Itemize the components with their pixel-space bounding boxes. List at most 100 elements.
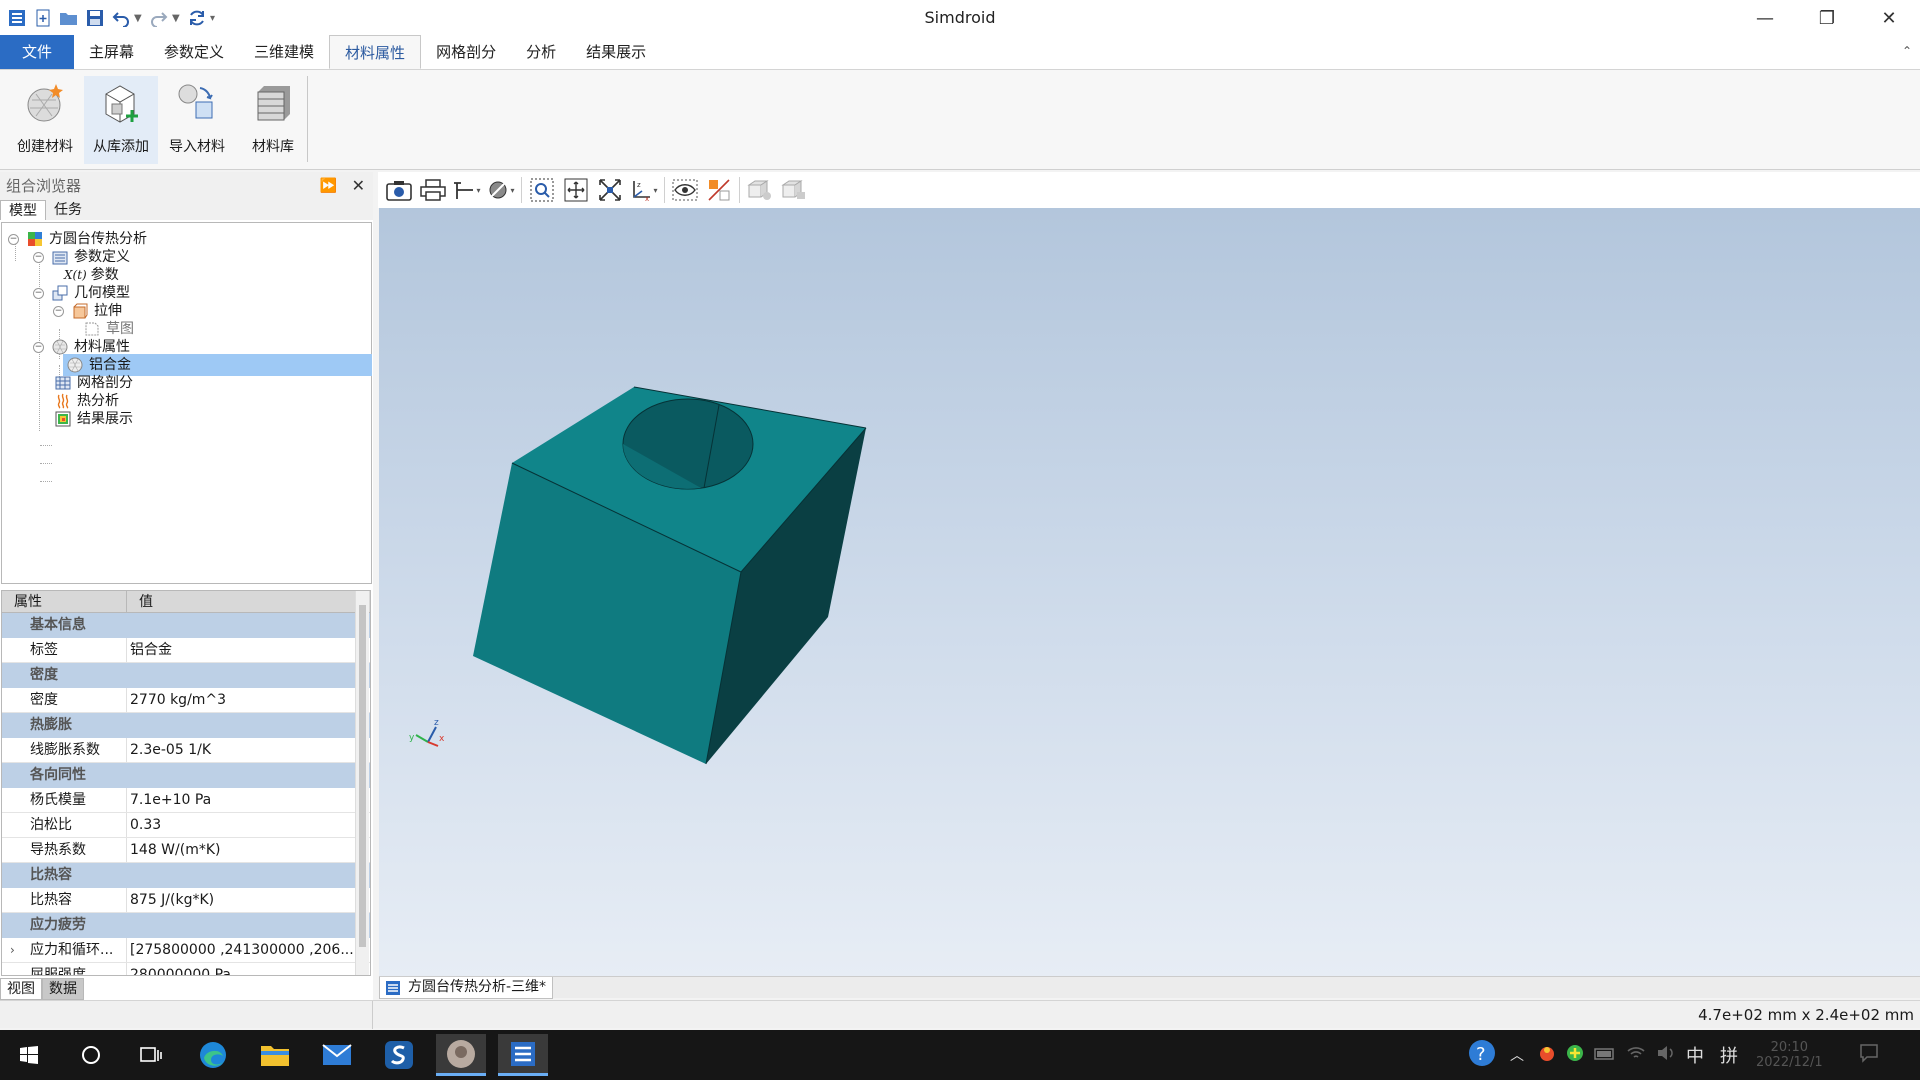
display-mode-icon[interactable]: ▾ (484, 175, 518, 205)
tab-view[interactable]: 视图 (0, 978, 42, 1000)
file-explorer-icon[interactable] (250, 1034, 300, 1076)
minimize-button[interactable]: — (1734, 0, 1796, 36)
prop-group[interactable]: 密度 (2, 663, 370, 688)
project-icon (28, 232, 42, 246)
axis-triad: y z x (409, 718, 445, 747)
coordinate-system-icon[interactable]: z x ▾ (627, 175, 661, 205)
section-view-icon[interactable] (702, 175, 736, 205)
screenshot-icon[interactable] (382, 175, 416, 205)
undo-dropdown-icon[interactable]: ▼ (134, 13, 146, 24)
undo-icon[interactable] (110, 7, 132, 29)
tab-meshing[interactable]: 网格剖分 (421, 35, 511, 69)
view-tool-1-icon[interactable] (743, 175, 777, 205)
prop-row[interactable]: 比热容 875 J/(kg*K) (2, 888, 370, 913)
tab-file[interactable]: 文件 (0, 35, 74, 69)
expand-panel-icon[interactable]: ⏩ (320, 172, 337, 200)
tab-analysis[interactable]: 分析 (511, 35, 571, 69)
redo-icon[interactable] (148, 7, 170, 29)
quick-access-toolbar: ▼ ▼ ▾ (0, 0, 222, 36)
prop-row[interactable]: 线膨胀系数 2.3e-05 1/K (2, 738, 370, 763)
3d-model[interactable]: y z x (379, 208, 1920, 976)
notification-icon[interactable] (1859, 1043, 1879, 1068)
prop-row[interactable]: 密度 2770 kg/m^3 (2, 688, 370, 713)
customize-toolbar-icon[interactable]: ▾ (210, 13, 222, 24)
simdroid-app-icon[interactable] (374, 1034, 424, 1076)
tab-home[interactable]: 主屏幕 (74, 35, 149, 69)
close-button[interactable]: ✕ (1858, 0, 1920, 36)
tree-item-results[interactable]: 结果展示 (55, 408, 133, 430)
search-icon[interactable] (66, 1034, 116, 1076)
tab-model[interactable]: 模型 (0, 200, 46, 220)
axis-z-label: z (434, 718, 439, 728)
input-method-zh[interactable]: 中 (1686, 1042, 1704, 1068)
mail-icon[interactable] (312, 1034, 362, 1076)
expand-row-icon[interactable]: › (10, 938, 15, 962)
windows-start-icon[interactable] (4, 1034, 54, 1076)
prop-row[interactable]: 杨氏模量 7.1e+10 Pa (2, 788, 370, 813)
tab-task[interactable]: 任务 (46, 200, 90, 220)
tab-results[interactable]: 结果展示 (571, 35, 661, 69)
tray-app-icon[interactable] (1538, 1044, 1556, 1067)
add-from-library-button[interactable]: 从库添加 (84, 76, 158, 164)
tab-data[interactable]: 数据 (42, 978, 84, 1000)
close-panel-icon[interactable]: ✕ (352, 172, 365, 200)
panel-title: 组合浏览器 (6, 177, 82, 195)
thermal-icon (57, 393, 69, 409)
tray-plus-icon[interactable] (1566, 1044, 1584, 1067)
show-hidden-icons[interactable]: ︿ (1510, 1045, 1524, 1065)
combo-browser-panel: 组合浏览器 ⏩ ✕ 模型 任务 − 方圆台传热分析 − 参数定义 X(t) 参数… (0, 172, 373, 1000)
save-icon[interactable] (84, 7, 106, 29)
tab-material-properties[interactable]: 材料属性 (329, 35, 422, 69)
3d-viewport[interactable]: y z x (379, 208, 1920, 976)
svg-text:?: ? (1476, 1044, 1486, 1065)
open-folder-icon[interactable] (58, 7, 80, 29)
zoom-window-icon[interactable] (525, 175, 559, 205)
ribbon-panel: 创建材料 从库添加 导入材料 材料库 (0, 70, 1920, 170)
property-scrollbar[interactable] (355, 591, 369, 975)
task-view-icon[interactable] (126, 1034, 176, 1076)
edge-browser-icon[interactable] (188, 1034, 238, 1076)
document-tab[interactable]: 方圆台传热分析-三维* (379, 977, 554, 999)
refresh-icon[interactable] (186, 7, 208, 29)
volume-icon[interactable] (1656, 1045, 1676, 1066)
material-library-button[interactable]: 材料库 (236, 76, 310, 164)
prop-group[interactable]: 各向同性 (2, 763, 370, 788)
import-material-button[interactable]: 导入材料 (160, 76, 234, 164)
ribbon-tabs: 文件 主屏幕 参数定义 三维建模 材料属性 网格剖分 分析 结果展示 (0, 35, 1920, 70)
pan-icon[interactable] (559, 175, 593, 205)
document-tab-bar: 方圆台传热分析-三维* (379, 976, 1920, 999)
prop-group[interactable]: 基本信息 (2, 613, 370, 638)
material-item-icon (67, 357, 83, 373)
collapse-ribbon-icon[interactable]: ⌃ (1902, 44, 1912, 58)
print-icon[interactable] (416, 175, 450, 205)
redo-dropdown-icon[interactable]: ▼ (172, 13, 184, 24)
battery-icon[interactable] (1594, 1045, 1616, 1066)
tab-parameter-definition[interactable]: 参数定义 (149, 35, 239, 69)
help-icon[interactable]: ? (1468, 1039, 1496, 1072)
material-icon (52, 339, 68, 355)
simdroid-active-icon[interactable] (498, 1034, 548, 1076)
axes-view-icon[interactable]: ▾ (450, 175, 484, 205)
tab-3d-modeling[interactable]: 三维建模 (239, 35, 329, 69)
mesh-icon (55, 376, 71, 390)
input-method-pinyin[interactable]: 拼 (1720, 1042, 1738, 1068)
prop-row[interactable]: 屈服强度 280000000 Pa (2, 963, 370, 975)
network-icon[interactable] (1626, 1045, 1646, 1066)
clock[interactable]: 20:10 2022/12/1 (1756, 1040, 1823, 1070)
prop-group[interactable]: 应力疲劳 (2, 913, 370, 938)
visibility-icon[interactable] (668, 175, 702, 205)
create-material-button[interactable]: 创建材料 (8, 76, 82, 164)
prop-group[interactable]: 比热容 (2, 863, 370, 888)
view-tool-2-icon[interactable] (777, 175, 811, 205)
prop-group[interactable]: 热膨胀 (2, 713, 370, 738)
prop-row[interactable]: › 应力和循环... [275800000 ,241300000 ,206... (2, 938, 370, 963)
prop-row[interactable]: 泊松比 0.33 (2, 813, 370, 838)
svg-text:z: z (637, 181, 641, 189)
fit-all-icon[interactable] (593, 175, 627, 205)
running-app-icon[interactable] (436, 1034, 486, 1076)
prop-row[interactable]: 标签 铝合金 (2, 638, 370, 663)
restore-button[interactable]: ❐ (1796, 0, 1858, 36)
prop-row[interactable]: 导热系数 148 W/(m*K) (2, 838, 370, 863)
new-file-icon[interactable] (32, 7, 54, 29)
geometry-icon (52, 285, 68, 301)
